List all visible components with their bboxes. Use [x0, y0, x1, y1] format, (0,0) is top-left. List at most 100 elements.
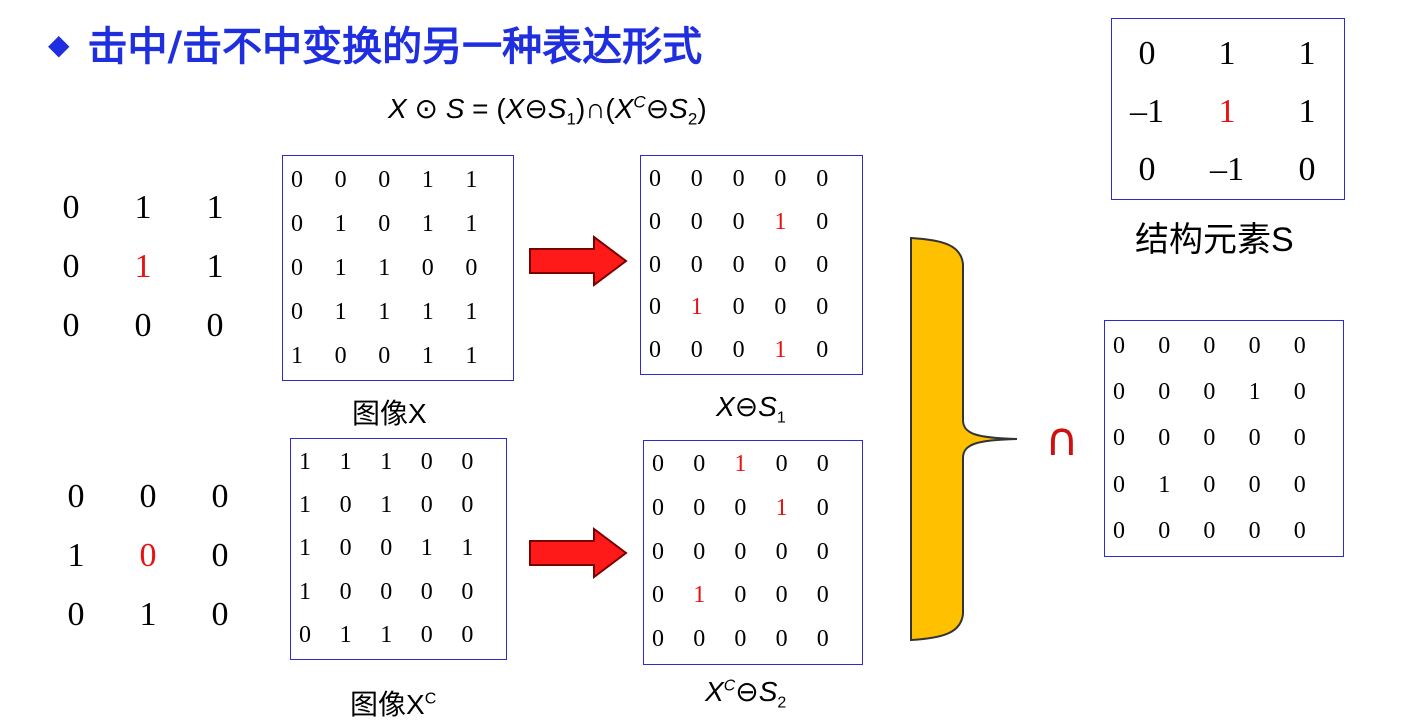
matrix-cell: 0 [1113, 425, 1125, 452]
matrix-cell: 0 [816, 451, 829, 477]
matrix-cell: 0 [378, 167, 391, 193]
matrix-cell: 0 [690, 166, 703, 192]
matrix-cell: 0 [1113, 471, 1125, 498]
arrow-right-icon [529, 527, 628, 579]
matrix-cell: 0 [775, 538, 788, 565]
matrix-cell: 0 [62, 307, 80, 344]
matrix-cell: 0 [62, 248, 80, 285]
matrix-cell: 0 [1138, 35, 1156, 72]
matrix-cell: 0 [649, 294, 661, 321]
matrix-cell: 0 [339, 578, 352, 605]
matrix-cell: 0 [816, 166, 829, 192]
matrix-cell: 0 [649, 166, 661, 192]
matrix-cell: 0 [339, 492, 352, 519]
matrix-cell: 0 [774, 251, 787, 278]
matrix-cell: 0 [1248, 425, 1261, 452]
matrix-cell: 0 [1298, 151, 1316, 188]
matrix-cell: 0 [1138, 151, 1156, 188]
structuring-element-matrix: 0 1 1 –1 1 1 0 –1 0 [1111, 18, 1345, 200]
matrix-cell: 0 [1203, 517, 1216, 544]
matrix-cell: 0 [211, 596, 229, 633]
matrix-cell: 1 [139, 596, 157, 633]
matrix-cell: 0 [732, 251, 745, 278]
matrix-cell: 0 [211, 537, 229, 574]
matrix-cell: 0 [690, 251, 703, 278]
matrix-cell: 0 [334, 343, 347, 369]
matrix-cell: 0 [378, 343, 391, 369]
matrix-cell: 0 [1248, 471, 1261, 498]
matrix-cell: 1 [299, 449, 311, 475]
matrix-cell: 0 [649, 337, 661, 364]
matrix-cell: 0 [775, 582, 788, 609]
matrix-cell: 0 [1293, 517, 1306, 544]
matrix-cell: 1 [134, 248, 152, 285]
matrix-cell: 0 [206, 307, 224, 344]
formula: X ⊙ S = (X⊖S1)∩(XC⊖S2) [388, 92, 707, 129]
matrix-cell: 1 [339, 621, 352, 648]
matrix-cell: 1 [774, 337, 787, 364]
image-x-matrix: 0 0 0 1 1 0 1 0 1 1 0 1 1 0 0 0 1 1 1 1 1 0 0 1 1 [282, 155, 514, 381]
matrix-cell: 1 [380, 449, 393, 475]
matrix-cell: –1 [1130, 93, 1164, 130]
matrix-cell: 0 [139, 478, 157, 515]
matrix-cell: 1 [774, 208, 787, 235]
matrix-cell: 0 [734, 494, 747, 521]
matrix-cell: 0 [1293, 425, 1306, 452]
matrix-cell: 0 [1113, 379, 1125, 406]
matrix-cell: 1 [465, 299, 478, 325]
matrix-cell: 0 [652, 451, 664, 477]
matrix-cell: 0 [1113, 517, 1125, 544]
slide-title: ◆ 击中/击不中变换的另一种表达形式 [48, 24, 703, 70]
matrix-cell: 0 [732, 337, 745, 364]
matrix-cell: 0 [134, 307, 152, 344]
matrix-cell: 1 [1218, 93, 1236, 130]
matrix-cell: 1 [380, 621, 393, 648]
matrix-cell: 0 [1248, 333, 1261, 359]
matrix-cell: 0 [378, 211, 391, 237]
miss-kernel-matrix: 0 0 0 1 0 0 0 1 0 [40, 467, 256, 644]
matrix-cell: 0 [291, 299, 303, 325]
matrix-cell: 1 [378, 255, 391, 281]
matrix-cell: 0 [775, 626, 788, 653]
matrix-cell: 1 [421, 299, 434, 325]
matrix-cell: 0 [421, 255, 434, 281]
matrix-cell: 0 [380, 535, 393, 562]
matrix-cell: 0 [461, 621, 474, 648]
matrix-cell: 0 [816, 208, 829, 235]
matrix-cell: 1 [421, 343, 434, 369]
matrix-cell: 0 [420, 449, 433, 475]
matrix-cell: 1 [334, 299, 347, 325]
diamond-bullet-icon: ◆ [48, 28, 70, 61]
matrix-cell: 0 [1203, 333, 1216, 359]
erosion-s2-label: XC⊖S2 [705, 676, 787, 712]
matrix-cell: 1 [690, 294, 703, 321]
matrix-cell: 0 [1158, 425, 1171, 452]
erosion-s2-matrix: 0 0 1 0 0 0 0 0 1 0 0 0 0 0 0 0 1 0 0 0 0 0 0 0 0 [643, 440, 863, 665]
matrix-cell: 0 [775, 451, 788, 477]
matrix-cell: 0 [732, 294, 745, 321]
matrix-cell: 0 [461, 449, 474, 475]
matrix-cell: 0 [816, 582, 829, 609]
matrix-cell: 0 [690, 208, 703, 235]
matrix-cell: 0 [652, 626, 664, 653]
image-xc-label: 图像XC [350, 689, 437, 720]
matrix-cell: 1 [299, 492, 311, 519]
matrix-cell: 0 [211, 478, 229, 515]
matrix-cell: 0 [816, 294, 829, 321]
matrix-cell: 0 [693, 626, 706, 653]
matrix-cell: 1 [299, 578, 311, 605]
matrix-cell: 1 [465, 167, 478, 193]
matrix-cell: 0 [1158, 333, 1171, 359]
matrix-cell: 1 [1218, 35, 1236, 72]
matrix-cell: 0 [774, 294, 787, 321]
matrix-cell: 1 [1158, 471, 1171, 498]
matrix-cell: 1 [420, 535, 433, 562]
matrix-cell: 0 [339, 535, 352, 562]
matrix-cell: 0 [1248, 517, 1261, 544]
matrix-cell: 0 [461, 492, 474, 519]
matrix-cell: 0 [420, 492, 433, 519]
matrix-cell: 0 [380, 578, 393, 605]
matrix-cell: 1 [67, 537, 85, 574]
matrix-cell: 0 [734, 582, 747, 609]
result-matrix: 0 0 0 0 0 0 0 0 1 0 0 0 0 0 0 0 1 0 0 0 0 0 0 0 0 [1104, 320, 1344, 557]
